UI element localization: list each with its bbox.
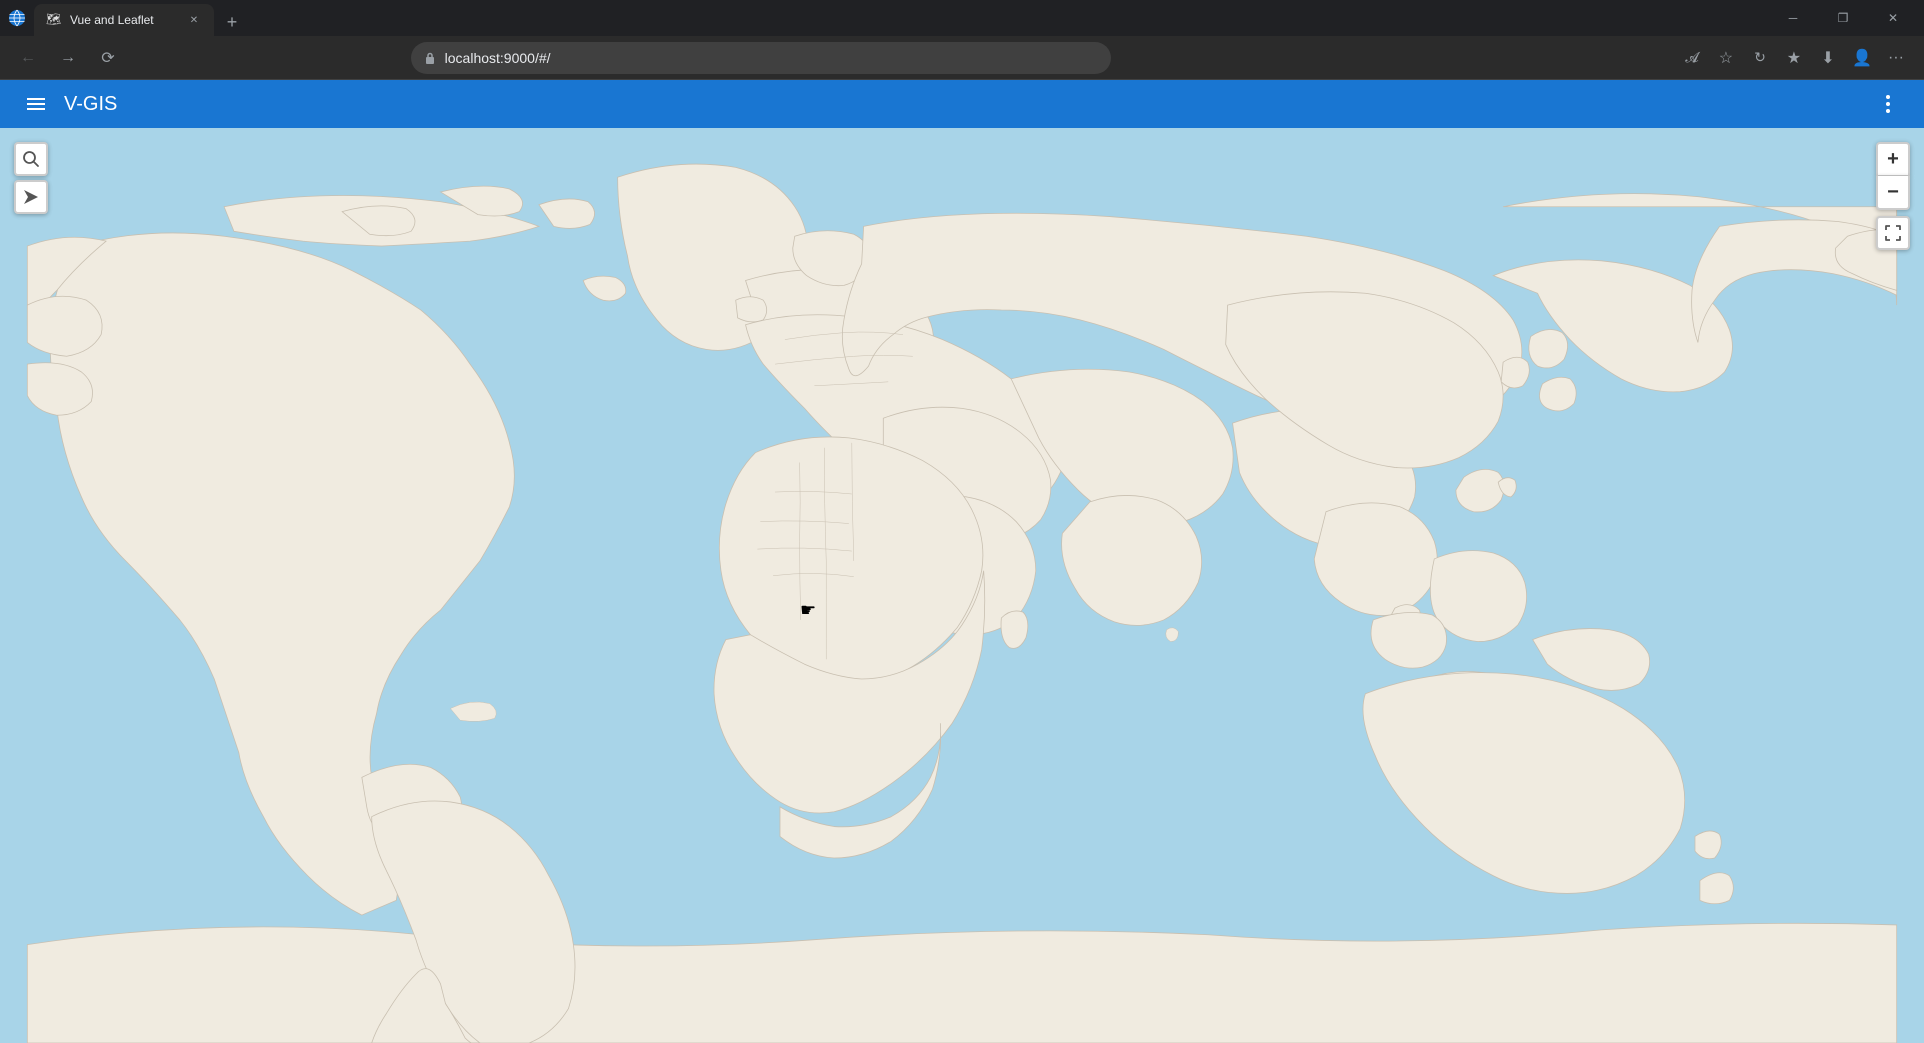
vertical-dots-icon — [1876, 92, 1900, 116]
browser-icon — [8, 9, 26, 27]
app-header: V-GIS — [0, 80, 1924, 128]
title-bar: 🗺 Vue and Leaflet ✕ + ─ ❐ ✕ — [0, 0, 1924, 36]
tab-favicon: 🗺 — [46, 12, 62, 28]
restore-button[interactable]: ❐ — [1820, 2, 1866, 34]
app-more-button[interactable] — [1868, 84, 1908, 124]
title-bar-left — [8, 9, 26, 27]
address-text: localhost:9000/#/ — [445, 50, 1099, 66]
lock-icon — [423, 51, 437, 65]
map-controls-left — [14, 142, 48, 214]
window-controls: ─ ❐ ✕ — [1770, 2, 1916, 34]
minimize-button[interactable]: ─ — [1770, 2, 1816, 34]
more-button[interactable]: ··· — [1880, 42, 1912, 74]
fullscreen-icon — [1884, 224, 1902, 242]
search-icon — [22, 150, 40, 168]
refresh-collections-button[interactable]: ↻ — [1744, 42, 1776, 74]
search-button[interactable] — [14, 142, 48, 176]
hamburger-icon — [24, 92, 48, 116]
map-controls-right: + − — [1876, 142, 1910, 250]
zoom-out-button[interactable]: − — [1876, 176, 1910, 210]
new-tab-button[interactable]: + — [218, 8, 246, 36]
fullscreen-button[interactable] — [1876, 216, 1910, 250]
reading-mode-button[interactable]: 𝓐 — [1676, 42, 1708, 74]
app-content: V-GIS — [0, 80, 1924, 1043]
app-title: V-GIS — [64, 93, 117, 116]
nav-right-controls: 𝓐 ☆ ↻ ★ ⬇ 👤 ··· — [1676, 42, 1912, 74]
close-button[interactable]: ✕ — [1870, 2, 1916, 34]
tab-bar: 🗺 Vue and Leaflet ✕ + — [34, 0, 1762, 36]
locate-button[interactable] — [14, 180, 48, 214]
active-tab[interactable]: 🗺 Vue and Leaflet ✕ — [34, 4, 214, 36]
profile-button[interactable]: 👤 — [1846, 42, 1878, 74]
favorites-button[interactable]: ☆ — [1710, 42, 1742, 74]
locate-icon — [22, 188, 40, 206]
world-map-svg — [0, 128, 1924, 1043]
browser-frame: 🗺 Vue and Leaflet ✕ + ─ ❐ ✕ ← → ⟳ localh… — [0, 0, 1924, 1043]
browser-favorites-button[interactable]: ★ — [1778, 42, 1810, 74]
downloads-button[interactable]: ⬇ — [1812, 42, 1844, 74]
forward-button[interactable]: → — [52, 42, 84, 74]
map-background: + − ☛ — [0, 128, 1924, 1043]
zoom-in-button[interactable]: + — [1876, 142, 1910, 176]
address-bar[interactable]: localhost:9000/#/ — [411, 42, 1111, 74]
nav-bar: ← → ⟳ localhost:9000/#/ 𝓐 ☆ ↻ ★ ⬇ 👤 ··· — [0, 36, 1924, 80]
hamburger-menu-button[interactable] — [16, 84, 56, 124]
map-container[interactable]: + − ☛ — [0, 128, 1924, 1043]
tab-close-button[interactable]: ✕ — [186, 12, 202, 28]
refresh-button[interactable]: ⟳ — [92, 42, 124, 74]
map-cursor: ☛ — [800, 600, 816, 621]
tab-title: Vue and Leaflet — [70, 13, 178, 27]
back-button[interactable]: ← — [12, 42, 44, 74]
